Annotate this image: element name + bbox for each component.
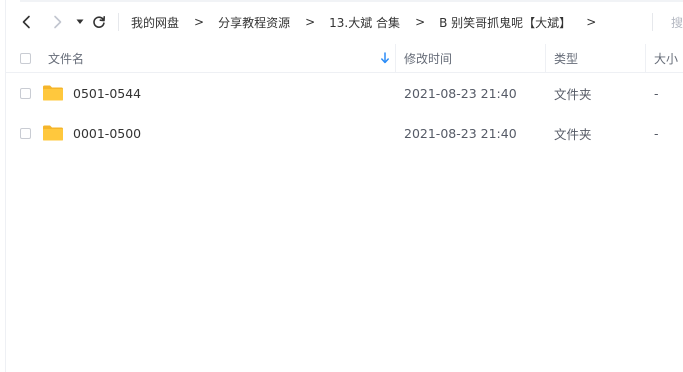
- forward-button[interactable]: [44, 9, 70, 35]
- toolbar: 我的网盘 > 分享教程资源 > 13.大斌 合集 > B 别笑哥抓鬼呢【大斌】 …: [6, 0, 683, 44]
- breadcrumb-item-current-folder[interactable]: B 别笑哥抓鬼呢【大斌】: [439, 14, 571, 31]
- breadcrumb-separator: >: [305, 15, 316, 29]
- modified-time: 2021-08-23 21:40: [404, 85, 517, 101]
- refresh-icon: [93, 15, 105, 28]
- breadcrumb: 我的网盘 > 分享教程资源 > 13.大斌 合集 > B 别笑哥抓鬼呢【大斌】 …: [131, 14, 610, 31]
- column-resize-handle[interactable]: [545, 44, 546, 72]
- column-header-size[interactable]: 大小: [654, 44, 678, 72]
- history-dropdown-button[interactable]: [72, 9, 88, 35]
- chevron-right-icon: [54, 15, 62, 29]
- breadcrumb-expand-button[interactable]: >: [586, 15, 596, 29]
- column-header-type[interactable]: 类型: [554, 44, 578, 72]
- file-size: -: [654, 125, 659, 141]
- arrow-down-icon[interactable]: [380, 52, 390, 64]
- column-header-name[interactable]: 文件名: [48, 44, 84, 72]
- breadcrumb-separator: >: [415, 15, 426, 29]
- modified-time: 2021-08-23 21:40: [404, 125, 517, 141]
- breadcrumb-item-dabin-collection[interactable]: 13.大斌 合集: [329, 14, 400, 31]
- file-size: -: [654, 85, 659, 101]
- table-row[interactable]: 0001-0500 2021-08-23 21:40 文件夹 -: [6, 113, 683, 153]
- search-box[interactable]: 搜索: [652, 11, 683, 33]
- row-icon-cell: [42, 113, 64, 153]
- column-header-modified[interactable]: 修改时间: [404, 44, 452, 72]
- file-type: 文件夹: [554, 126, 592, 142]
- row-checkbox[interactable]: [20, 87, 31, 99]
- column-resize-handle[interactable]: [645, 44, 646, 72]
- table-header: 文件名 修改时间 类型 大小: [6, 44, 683, 73]
- folder-icon: [43, 85, 63, 101]
- select-all-checkbox[interactable]: [20, 52, 31, 64]
- toolbar-divider: [118, 13, 119, 31]
- file-browser-window: 我的网盘 > 分享教程资源 > 13.大斌 合集 > B 别笑哥抓鬼呢【大斌】 …: [0, 0, 683, 372]
- search-label: 搜索: [671, 15, 683, 30]
- file-name[interactable]: 0501-0544: [73, 73, 141, 113]
- caret-down-icon: [76, 19, 84, 24]
- refresh-button[interactable]: [88, 9, 110, 35]
- row-icon-cell: [42, 73, 64, 113]
- breadcrumb-item-my-drive[interactable]: 我的网盘: [131, 14, 179, 31]
- file-type: 文件夹: [554, 86, 592, 102]
- select-all-cell: [20, 44, 31, 72]
- column-resize-handle[interactable]: [395, 44, 396, 72]
- row-select-cell: [20, 113, 31, 153]
- chevron-left-icon: [22, 15, 30, 29]
- folder-icon: [43, 125, 63, 141]
- breadcrumb-separator: >: [194, 15, 205, 29]
- file-name[interactable]: 0001-0500: [73, 113, 141, 153]
- back-button[interactable]: [14, 9, 40, 35]
- row-select-cell: [20, 73, 31, 113]
- breadcrumb-item-shared-tutorials[interactable]: 分享教程资源: [218, 14, 290, 31]
- table-row[interactable]: 0501-0544 2021-08-23 21:40 文件夹 -: [6, 73, 683, 113]
- search-divider: [652, 13, 653, 31]
- row-checkbox[interactable]: [20, 127, 31, 139]
